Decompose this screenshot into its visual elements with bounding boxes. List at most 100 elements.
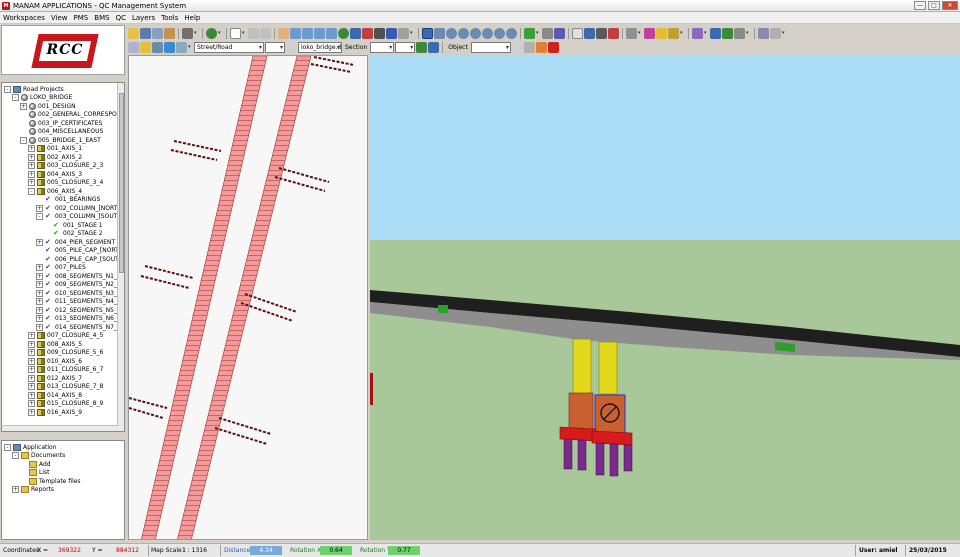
tree-item[interactable]: +003_CLOSURE_2_3 <box>28 162 103 170</box>
expand-icon[interactable]: + <box>28 349 35 356</box>
expand-icon[interactable]: + <box>20 102 27 110</box>
tree-item[interactable]: + ✔ 002_COLUMN_[NORTH <box>36 204 122 212</box>
tree-item[interactable]: +004_AXIS_3 <box>28 170 82 178</box>
collapse-icon[interactable]: - <box>4 443 11 451</box>
expand-icon[interactable]: + <box>28 357 35 365</box>
menu-view[interactable]: View <box>48 14 71 22</box>
expand-icon[interactable]: + <box>28 340 35 348</box>
expand-icon[interactable]: + <box>36 306 43 314</box>
tree-item[interactable]: +013_CLOSURE_7_8 <box>28 383 103 391</box>
zoom-in-icon[interactable] <box>290 27 301 39</box>
expand-icon[interactable]: + <box>28 145 35 152</box>
expand-icon[interactable]: + <box>28 366 35 373</box>
collapse-icon[interactable]: - <box>36 213 43 220</box>
file-combo[interactable]: loko_bridge.dxf <box>298 41 342 53</box>
tree-icon[interactable] <box>416 41 428 53</box>
collapse-icon[interactable]: - <box>12 452 19 459</box>
menu-tools[interactable]: Tools <box>158 14 181 22</box>
menu-pms[interactable]: PMS <box>71 14 92 22</box>
collapse-icon[interactable]: - <box>12 94 19 101</box>
select-icon[interactable] <box>626 27 637 39</box>
redo-icon[interactable] <box>260 27 271 39</box>
home-icon[interactable] <box>770 27 781 39</box>
tree-scrollbar[interactable] <box>117 83 124 431</box>
tree-item[interactable]: +016_AXIS_9 <box>28 408 82 416</box>
info-icon[interactable] <box>584 27 595 39</box>
expand-icon[interactable]: + <box>36 298 43 305</box>
save-all-icon[interactable] <box>152 27 163 39</box>
tree-item[interactable]: +001_AXIS_1 <box>28 145 82 153</box>
tree-item[interactable]: - Road Projects <box>4 85 64 93</box>
menu-workspaces[interactable]: Workspaces <box>0 14 48 22</box>
tree-item[interactable]: +014_AXIS_8 <box>28 391 82 399</box>
table-icon[interactable] <box>554 27 565 39</box>
add-icon[interactable] <box>524 27 535 39</box>
menu-layers[interactable]: Layers <box>129 14 158 22</box>
tree-item[interactable]: + ✔ 011_SEGMENTS_N4_S <box>36 298 121 306</box>
tree-item[interactable]: + ✔ 010_SEGMENTS_N3_S <box>36 289 121 297</box>
tree-item[interactable]: - 006_AXIS_4 <box>28 187 82 195</box>
tree-item[interactable]: +015_CLOSURE_8_9 <box>28 400 103 408</box>
tree-item[interactable]: + ✔ 012_SEGMENTS_N5_S <box>36 306 121 314</box>
copy-icon[interactable] <box>523 41 535 53</box>
section-combo[interactable] <box>370 41 395 53</box>
expand-icon[interactable]: + <box>36 289 43 297</box>
zoom-out-icon[interactable] <box>302 27 313 39</box>
tree-item[interactable]: +001_DESIGN <box>20 102 76 110</box>
spreadsheet-icon[interactable] <box>722 27 733 39</box>
edit-icon[interactable] <box>535 41 547 53</box>
clear-icon[interactable] <box>547 41 559 53</box>
view-3d-icon[interactable] <box>422 27 433 39</box>
tree-item[interactable]: + ✔ 009_SEGMENTS_N2_S <box>36 281 121 289</box>
tree-item[interactable]: + ✔ 008_SEGMENTS_N1_S <box>36 272 121 280</box>
mail-icon[interactable] <box>644 27 655 39</box>
save-icon[interactable] <box>140 27 151 39</box>
chart-icon[interactable] <box>734 27 745 39</box>
tree-item[interactable]: + ✔ 013_SEGMENTS_N6_S <box>36 315 121 323</box>
center-icon[interactable] <box>386 27 397 39</box>
undo-icon[interactable] <box>248 27 259 39</box>
snap-icon[interactable] <box>176 41 187 53</box>
grid-icon[interactable] <box>710 27 721 39</box>
tools-icon[interactable] <box>758 27 769 39</box>
delete-icon[interactable] <box>608 27 619 39</box>
rotate-back-icon[interactable] <box>362 27 373 39</box>
tree-item[interactable]: 003_IP_CERTIFICATES <box>20 119 102 127</box>
menu-bms[interactable]: BMS <box>91 14 112 22</box>
object-go-icon[interactable] <box>511 41 523 53</box>
pd-icon[interactable] <box>128 41 139 53</box>
location-pin-icon[interactable] <box>374 27 385 39</box>
orbit-right-icon[interactable] <box>470 27 481 39</box>
zoom-extents-icon[interactable] <box>326 27 337 39</box>
section-value-combo[interactable] <box>395 41 416 53</box>
tree-item[interactable]: ✔ 001_STAGE 1 <box>44 221 103 229</box>
tree-item[interactable]: +008_AXIS_5 <box>28 340 82 348</box>
collapse-icon[interactable]: - <box>4 85 11 93</box>
expand-icon[interactable]: + <box>36 281 43 288</box>
tree-item[interactable]: +010_AXIS_6 <box>28 357 82 365</box>
export-icon[interactable] <box>164 27 175 39</box>
tree-item[interactable]: + ✔ 004_PIER_SEGMENT <box>36 238 115 246</box>
go-icon[interactable] <box>286 41 297 53</box>
expand-icon[interactable]: + <box>36 238 43 246</box>
tree-item[interactable]: - LOKO_BRIDGE <box>12 94 72 102</box>
expand-icon[interactable]: + <box>28 400 35 407</box>
expand-icon[interactable]: + <box>36 264 43 271</box>
open-folder-icon[interactable] <box>128 27 139 39</box>
tree-item[interactable]: - ✔ 003_COLUMN_[SOUTH <box>36 213 122 221</box>
tree-item[interactable]: +002_AXIS_2 <box>28 153 82 161</box>
street-road-combo[interactable]: Street/Road <box>194 41 264 53</box>
object-combo[interactable] <box>470 41 511 53</box>
tree-item[interactable]: + ✔ 007_PILES <box>36 264 86 272</box>
pan-hand-icon[interactable] <box>278 27 289 39</box>
filter-icon[interactable] <box>692 27 703 39</box>
app-tree-item[interactable]: - Application <box>4 443 57 451</box>
app-tree-item[interactable]: - Documents <box>12 452 65 460</box>
app-tree-item[interactable]: List <box>20 469 50 477</box>
bookmark-icon[interactable] <box>668 27 679 39</box>
fly-icon[interactable] <box>494 27 505 39</box>
tree-item[interactable]: ✔ 005_PILE_CAP_[NORT <box>36 247 119 255</box>
tree-item[interactable]: ✔ 002_STAGE 2 <box>44 230 103 238</box>
close-button[interactable]: ✕ <box>942 1 958 10</box>
tree-item[interactable]: + ✔ 014_SEGMENTS_N7_S <box>36 323 121 331</box>
